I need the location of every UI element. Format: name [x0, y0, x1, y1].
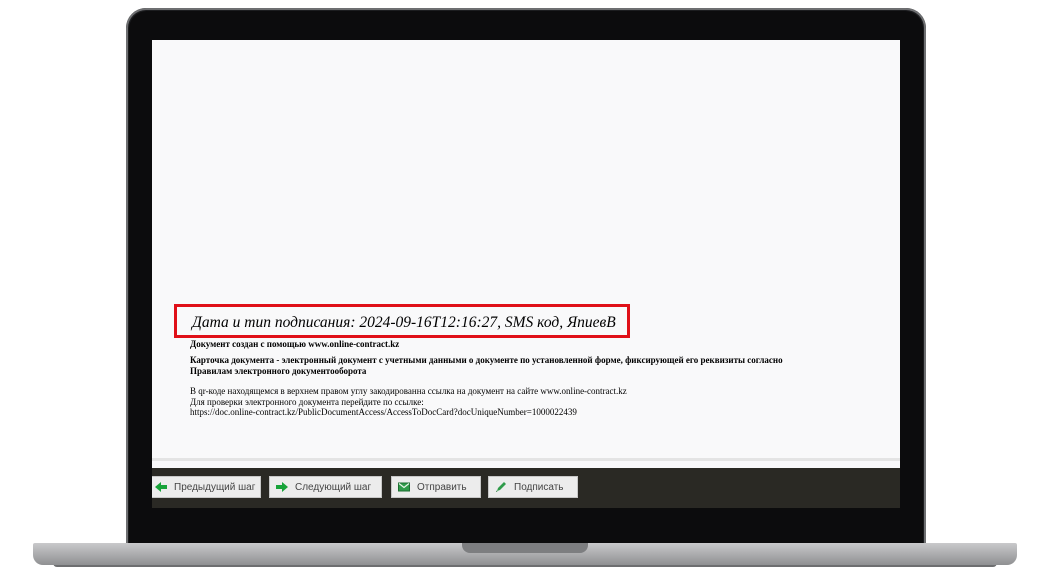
arrow-left-icon — [155, 481, 167, 493]
verify-info-text: Для проверки электронного документа пере… — [190, 396, 424, 407]
previous-step-label: Предыдущий шаг — [174, 481, 256, 493]
created-with-text: Документ создан с помощью www.online-con… — [190, 339, 400, 349]
sign-button[interactable]: Подписать — [488, 476, 578, 498]
verify-url-link[interactable]: https://doc.online-contract.kz/PublicDoc… — [190, 407, 880, 418]
sign-label: Подписать — [514, 481, 564, 493]
card-description-line-1: Карточка документа - электронный докумен… — [190, 355, 783, 365]
document-viewer: Дата и тип подписания: 2024-09-16T12:16:… — [152, 40, 900, 461]
envelope-icon — [398, 481, 410, 493]
next-step-label: Следующий шаг — [295, 481, 372, 493]
card-description-line-2: Правилам электронного документооборота — [190, 366, 367, 376]
document-footer: Документ создан с помощью www.online-con… — [190, 339, 880, 418]
next-step-button[interactable]: Следующий шаг — [269, 476, 382, 498]
send-label: Отправить — [417, 481, 467, 493]
document-bottom-divider — [152, 458, 900, 461]
send-button[interactable]: Отправить — [391, 476, 481, 498]
pen-icon — [495, 481, 507, 493]
previous-step-button[interactable]: Предыдущий шаг — [152, 476, 261, 498]
arrow-right-icon — [276, 481, 288, 493]
wizard-toolbar: Предыдущий шаг Следующий шаг Отправить П… — [152, 468, 900, 508]
signature-line: Дата и тип подписания: 2024-09-16T12:16:… — [192, 314, 616, 331]
qr-info-text: В qr-коде находящемся в верхнем правом у… — [190, 386, 627, 396]
laptop-screen: Дата и тип подписания: 2024-09-16T12:16:… — [152, 40, 900, 508]
laptop-hinge-notch — [462, 543, 588, 553]
